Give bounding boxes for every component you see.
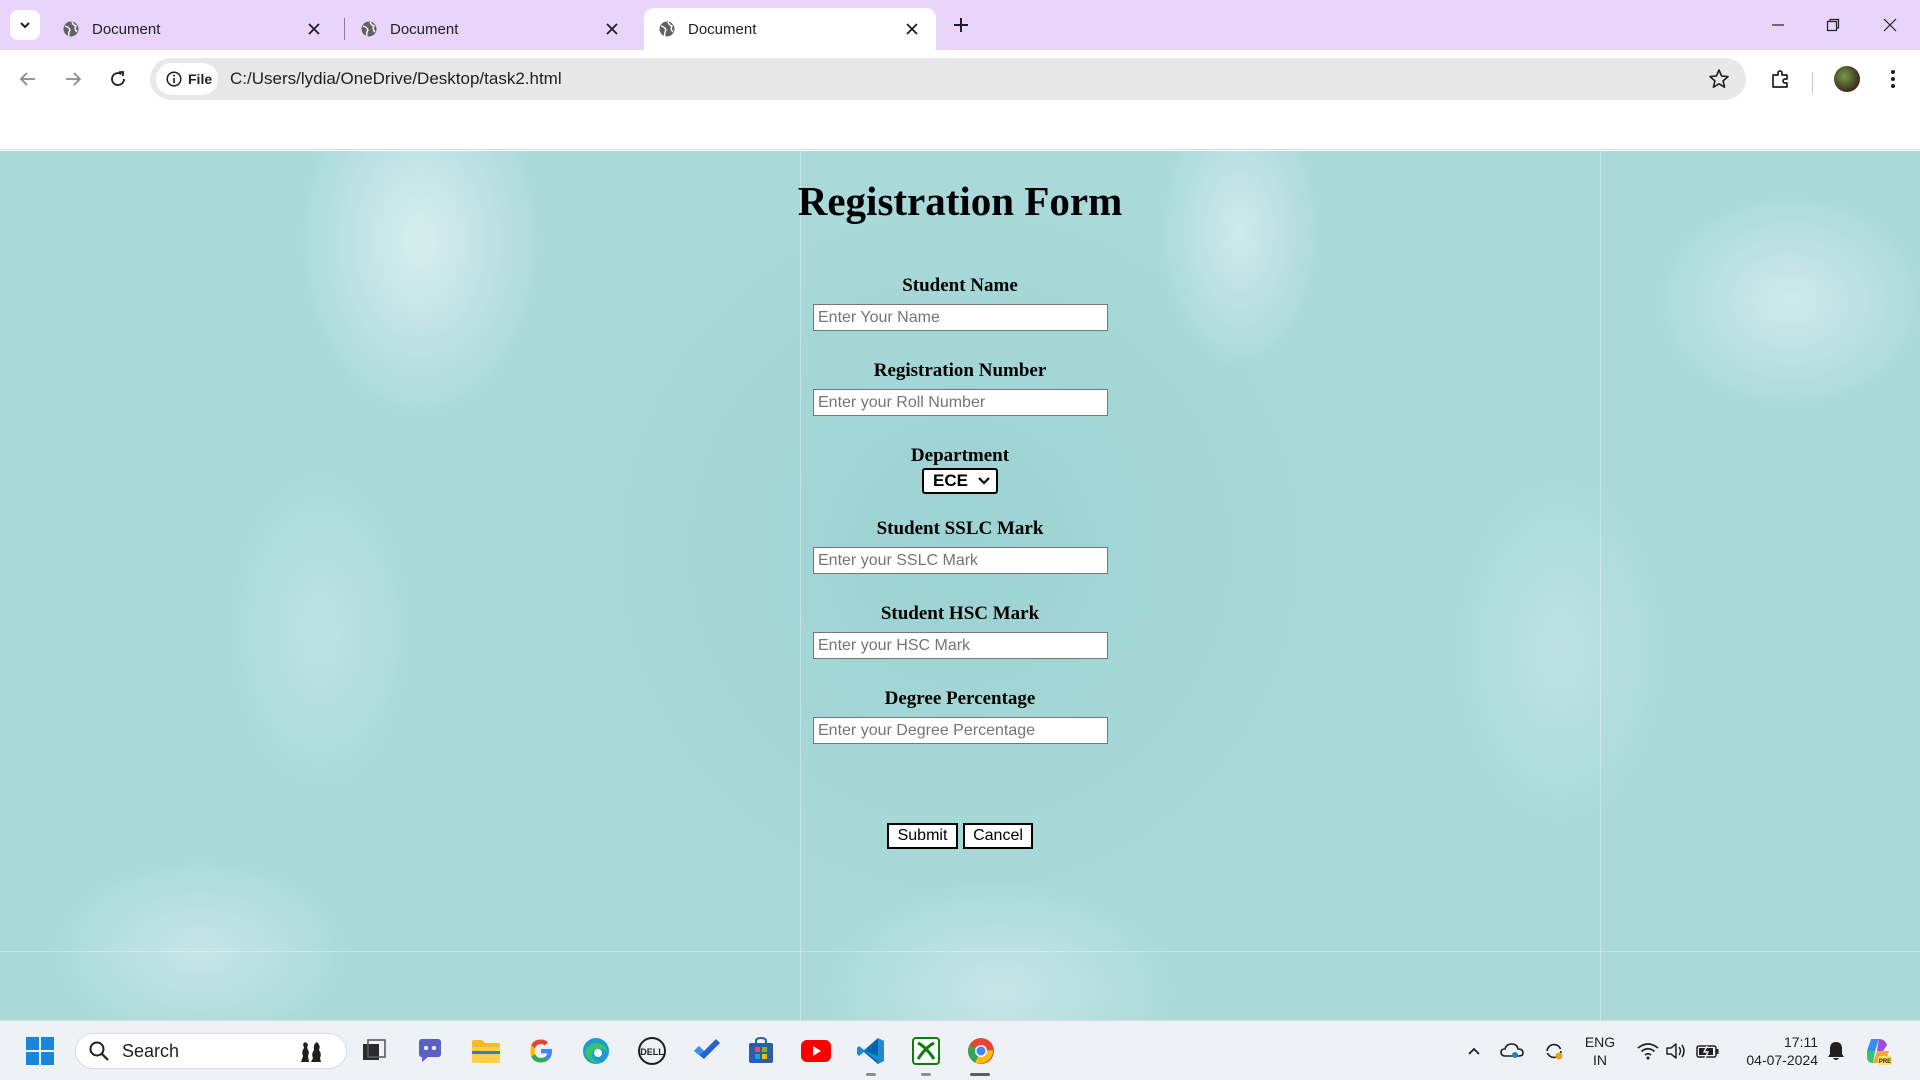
- new-tab-button[interactable]: [948, 12, 974, 38]
- restore-icon: [1826, 18, 1840, 32]
- close-tab-icon[interactable]: [304, 19, 324, 39]
- running-indicator: [866, 1073, 876, 1076]
- more-vertical-icon: [1891, 70, 1895, 88]
- toolbar-divider: [1812, 72, 1813, 94]
- chess-icon[interactable]: [294, 1035, 326, 1067]
- tab-document-3-active[interactable]: Document: [644, 8, 936, 50]
- browser-toolbar: File C:/Users/lydia/OneDrive/Desktop/tas…: [0, 50, 1920, 150]
- chevron-up-icon[interactable]: [1458, 1035, 1490, 1067]
- degree-percentage-input[interactable]: [813, 717, 1108, 744]
- tab-search-button[interactable]: [10, 10, 40, 40]
- taskbar-search-label: Search: [122, 1040, 180, 1061]
- cancel-button[interactable]: Cancel: [963, 823, 1033, 849]
- minimize-icon: [1772, 24, 1784, 26]
- hsc-mark-input[interactable]: [813, 632, 1108, 659]
- globe-icon: [62, 20, 80, 38]
- svg-text:PRE: PRE: [1879, 1059, 1891, 1065]
- globe-icon: [360, 20, 378, 38]
- chevron-down-icon: [20, 22, 30, 29]
- language-indicator[interactable]: ENG IN: [1578, 1033, 1622, 1069]
- hsc-mark-label: Student HSC Mark: [880, 603, 1040, 624]
- task-view-icon[interactable]: [358, 1035, 390, 1067]
- info-icon: [166, 71, 182, 87]
- page-viewport: Registration Form Student Name Registrat…: [0, 151, 1920, 1020]
- tab-title: Document: [688, 20, 757, 38]
- department-select[interactable]: ECE: [922, 468, 998, 494]
- close-icon: [1883, 18, 1897, 32]
- region-code: IN: [1593, 1052, 1607, 1068]
- clock[interactable]: 17:11 04-07-2024: [1734, 1033, 1818, 1069]
- windows-taskbar: Search DELL ENG IN 17:11 04-07-2024 PRE: [0, 1020, 1920, 1080]
- tab-title: Document: [92, 20, 161, 38]
- sslc-mark-label: Student SSLC Mark: [876, 518, 1044, 539]
- department-label: Department: [910, 445, 1010, 466]
- todo-icon[interactable]: [690, 1035, 722, 1067]
- tab-strip: Document Document Document: [0, 0, 1920, 50]
- menu-button[interactable]: [1878, 64, 1908, 94]
- arrow-right-icon: [66, 72, 82, 86]
- tab-document-1[interactable]: Document: [48, 8, 338, 50]
- teams-icon[interactable]: [414, 1035, 446, 1067]
- store-icon[interactable]: [745, 1035, 777, 1067]
- close-tab-icon[interactable]: [902, 19, 922, 39]
- background-tile-seam: [0, 951, 1920, 952]
- bookmark-star-icon[interactable]: [1708, 68, 1730, 90]
- student-name-input[interactable]: [813, 304, 1108, 331]
- forward-button[interactable]: [55, 61, 91, 97]
- notification-bell-icon[interactable]: [1820, 1035, 1852, 1067]
- department-selected-value: ECE: [933, 471, 968, 490]
- address-bar[interactable]: File C:/Users/lydia/OneDrive/Desktop/tas…: [150, 58, 1746, 100]
- globe-icon: [658, 20, 676, 38]
- onedrive-sync-icon[interactable]: [1496, 1035, 1528, 1067]
- clock-date: 04-07-2024: [1746, 1052, 1818, 1068]
- svg-text:DELL: DELL: [640, 1047, 664, 1057]
- chevron-down-icon: [978, 476, 990, 486]
- tab-document-2[interactable]: Document: [346, 8, 636, 50]
- edge-icon[interactable]: [580, 1035, 612, 1067]
- sslc-mark-input[interactable]: [813, 547, 1108, 574]
- tab-divider: [344, 18, 345, 40]
- arrow-left-icon: [19, 72, 35, 86]
- back-button[interactable]: [10, 61, 46, 97]
- restore-button[interactable]: [1813, 8, 1853, 42]
- student-name-label: Student Name: [902, 275, 1018, 296]
- minimize-button[interactable]: [1758, 8, 1798, 42]
- language-code: ENG: [1584, 1034, 1616, 1050]
- xbox-icon[interactable]: [910, 1035, 942, 1067]
- reload-button[interactable]: [100, 61, 136, 97]
- registration-number-label: Registration Number: [873, 360, 1047, 381]
- extensions-button[interactable]: [1766, 64, 1796, 94]
- clock-time: 17:11: [1784, 1034, 1818, 1050]
- degree-percentage-label: Degree Percentage: [884, 688, 1036, 709]
- vscode-icon[interactable]: [855, 1035, 887, 1067]
- site-info-chip[interactable]: File: [156, 63, 218, 95]
- registration-number-input[interactable]: [813, 389, 1108, 416]
- file-explorer-icon[interactable]: [470, 1035, 502, 1067]
- page-title: Registration Form: [797, 178, 1123, 224]
- close-window-button[interactable]: [1870, 8, 1910, 42]
- url-text[interactable]: C:/Users/lydia/OneDrive/Desktop/task2.ht…: [230, 69, 562, 89]
- running-indicator: [921, 1073, 931, 1076]
- site-chip-label: File: [188, 71, 213, 87]
- search-icon: [88, 1040, 110, 1062]
- puzzle-icon: [1772, 70, 1788, 88]
- volume-icon[interactable]: [1660, 1035, 1692, 1067]
- tab-title: Document: [390, 20, 459, 38]
- update-sync-icon[interactable]: [1538, 1035, 1570, 1067]
- windows-start-icon[interactable]: [24, 1035, 56, 1067]
- plus-icon: [954, 18, 968, 32]
- active-app-indicator: [970, 1073, 990, 1076]
- dell-icon[interactable]: DELL: [636, 1035, 668, 1067]
- submit-button[interactable]: Submit: [887, 823, 958, 849]
- google-icon[interactable]: [525, 1035, 557, 1067]
- copilot-icon[interactable]: PRE: [1862, 1035, 1894, 1067]
- reload-icon: [111, 71, 125, 86]
- chrome-icon[interactable]: [965, 1035, 997, 1067]
- battery-icon[interactable]: [1692, 1035, 1724, 1067]
- profile-avatar[interactable]: [1834, 66, 1860, 92]
- close-tab-icon[interactable]: [602, 19, 622, 39]
- youtube-icon[interactable]: [800, 1035, 832, 1067]
